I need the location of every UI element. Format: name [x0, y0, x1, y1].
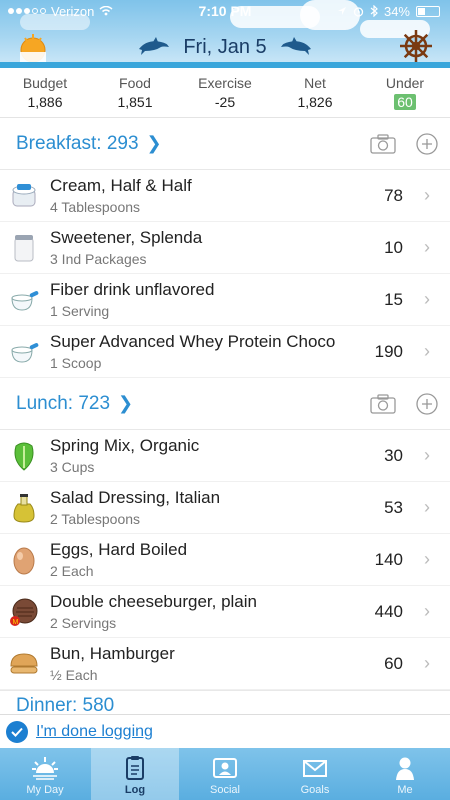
food-calories: 190 — [374, 341, 403, 361]
cream-cup-icon — [8, 180, 40, 212]
clipboard-icon — [126, 756, 144, 780]
bluetooth-icon — [370, 5, 378, 17]
food-item[interactable]: Bun, Hamburger ½ Each 60 › — [0, 638, 450, 690]
jar-icon — [8, 232, 40, 264]
meal-title: Dinner: 580 — [16, 694, 115, 715]
summary-exercise: Exercise -25 — [198, 75, 252, 110]
summary-under: Under 60 — [385, 75, 425, 110]
meal-title: Breakfast: 293 — [16, 132, 139, 154]
meal-header-dinner[interactable]: Dinner: 580 — [0, 690, 450, 714]
measuring-cup-icon — [8, 284, 40, 316]
svg-text:M: M — [13, 619, 19, 626]
food-calories: 53 — [384, 497, 403, 517]
location-icon — [337, 7, 346, 15]
chevron-right-icon: › — [424, 653, 430, 673]
tab-social[interactable]: Social — [181, 748, 269, 800]
app-header: Verizon 7:10 PM 34% Fri, Jan 5 — [0, 0, 450, 68]
meal-title: Lunch: 723 — [16, 392, 111, 414]
tab-bar: My Day Log Social Goals Me — [0, 748, 450, 800]
add-food-icon[interactable] — [416, 133, 438, 155]
sunrise-icon — [32, 757, 58, 780]
food-item[interactable]: Cream, Half & Half 4 Tablespoons 78 › — [0, 170, 450, 222]
dolphin-left-icon[interactable] — [137, 37, 171, 57]
burger-patty-icon: M — [8, 596, 40, 628]
food-item[interactable]: M Double cheeseburger, plain 2 Servings … — [0, 586, 450, 638]
dolphin-right-icon[interactable] — [279, 37, 313, 57]
meal-header-breakfast[interactable]: Breakfast: 293 ❯ — [0, 118, 450, 170]
envelope-icon — [303, 760, 327, 777]
camera-icon[interactable] — [370, 134, 396, 154]
chevron-right-icon: › — [424, 289, 430, 309]
food-item[interactable]: Sweetener, Splenda 3 Ind Packages 10 › — [0, 222, 450, 274]
bun-icon — [8, 648, 40, 680]
calorie-summary: Budget 1,886 Food 1,851 Exercise -25 Net… — [0, 68, 450, 118]
person-icon — [396, 757, 414, 780]
chevron-right-icon: › — [424, 341, 430, 361]
chevron-right-icon: › — [424, 601, 430, 621]
tab-me[interactable]: Me — [361, 748, 449, 800]
food-calories: 30 — [384, 445, 403, 465]
status-bar: Verizon 7:10 PM 34% — [0, 0, 450, 22]
summary-budget: Budget 1,886 — [22, 75, 68, 110]
ship-wheel-icon[interactable] — [398, 28, 434, 64]
food-item[interactable]: Super Advanced Whey Protein Choco 1 Scoo… — [0, 326, 450, 378]
chevron-right-icon: › — [424, 237, 430, 257]
chevron-right-icon: › — [424, 185, 430, 205]
chevron-right-icon: ❯ — [146, 133, 162, 153]
lettuce-icon — [8, 440, 40, 472]
food-calories: 78 — [384, 185, 403, 205]
social-icon — [213, 758, 237, 778]
measuring-cup-icon — [8, 336, 40, 368]
under-badge: 60 — [394, 94, 416, 110]
battery-icon — [416, 5, 440, 17]
food-calories: 15 — [384, 289, 403, 309]
camera-icon[interactable] — [370, 394, 396, 414]
egg-icon — [8, 544, 40, 576]
summary-net: Net 1,826 — [297, 75, 333, 110]
food-log[interactable]: Breakfast: 293 ❯ Cream, Half & Half 4 Ta… — [0, 118, 450, 714]
tab-log[interactable]: Log — [91, 748, 179, 800]
done-logging-bar: I'm done logging — [0, 714, 450, 748]
oil-bottle-icon — [8, 492, 40, 524]
summary-food: Food 1,851 — [117, 75, 153, 110]
alarm-icon — [353, 6, 364, 17]
food-item[interactable]: Salad Dressing, Italian 2 Tablespoons 53… — [0, 482, 450, 534]
chevron-right-icon: › — [424, 497, 430, 517]
food-calories: 440 — [374, 601, 403, 621]
food-calories: 140 — [374, 549, 403, 569]
food-item[interactable]: Eggs, Hard Boiled 2 Each 140 › — [0, 534, 450, 586]
add-food-icon[interactable] — [416, 393, 438, 415]
tab-goals[interactable]: Goals — [271, 748, 359, 800]
chevron-right-icon: › — [424, 549, 430, 569]
tab-my-day[interactable]: My Day — [1, 748, 89, 800]
battery-percent: 34% — [383, 3, 410, 19]
food-item[interactable]: Spring Mix, Organic 3 Cups 30 › — [0, 430, 450, 482]
food-calories: 60 — [384, 653, 403, 673]
food-calories: 10 — [384, 237, 403, 257]
chevron-right-icon: ❯ — [118, 393, 134, 413]
done-logging-link[interactable]: I'm done logging — [36, 723, 153, 741]
chevron-right-icon: › — [424, 445, 430, 465]
meal-header-lunch[interactable]: Lunch: 723 ❯ — [0, 378, 450, 430]
checkmark-icon[interactable] — [6, 720, 28, 743]
date-title[interactable]: Fri, Jan 5 — [183, 36, 266, 59]
food-item[interactable]: Fiber drink unflavored 1 Serving 15 › — [0, 274, 450, 326]
